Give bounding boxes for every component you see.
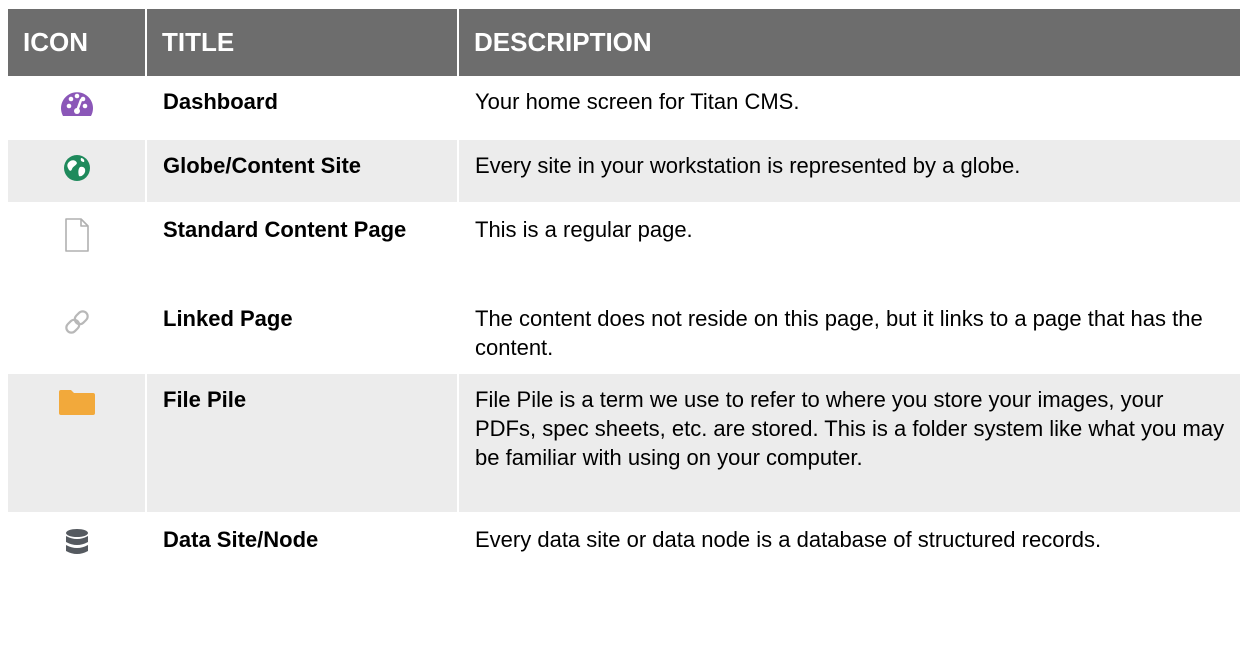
row-description: File Pile is a term we use to refer to w… bbox=[459, 374, 1240, 514]
row-title: Globe/Content Site bbox=[147, 140, 459, 204]
icon-reference-table: ICON TITLE DESCRIPTION Dashboard Your ho… bbox=[8, 9, 1240, 585]
table-row: Standard Content Page This is a regular … bbox=[8, 204, 1240, 293]
row-description: Every site in your workstation is repres… bbox=[459, 140, 1240, 204]
row-description: Every data site or data node is a databa… bbox=[459, 514, 1240, 585]
header-description: DESCRIPTION bbox=[459, 9, 1240, 76]
table-row: Linked Page The content does not reside … bbox=[8, 293, 1240, 374]
table-row: Data Site/Node Every data site or data n… bbox=[8, 514, 1240, 585]
icon-cell bbox=[8, 204, 147, 293]
row-title: Data Site/Node bbox=[147, 514, 459, 585]
database-icon bbox=[63, 527, 91, 566]
icon-cell bbox=[8, 293, 147, 374]
link-icon bbox=[61, 306, 93, 345]
row-title: File Pile bbox=[147, 374, 459, 514]
header-icon: ICON bbox=[8, 9, 147, 76]
page-icon bbox=[63, 217, 91, 260]
row-title: Dashboard bbox=[147, 76, 459, 140]
table-row: File Pile File Pile is a term we use to … bbox=[8, 374, 1240, 514]
header-title: TITLE bbox=[147, 9, 459, 76]
globe-icon bbox=[62, 153, 92, 190]
icon-cell bbox=[8, 140, 147, 204]
row-description: The content does not reside on this page… bbox=[459, 293, 1240, 374]
icon-cell bbox=[8, 374, 147, 514]
table-header-row: ICON TITLE DESCRIPTION bbox=[8, 9, 1240, 76]
row-title: Standard Content Page bbox=[147, 204, 459, 293]
icon-cell bbox=[8, 76, 147, 140]
dashboard-gauge-icon bbox=[59, 89, 95, 126]
row-description: Your home screen for Titan CMS. bbox=[459, 76, 1240, 140]
table-row: Globe/Content Site Every site in your wo… bbox=[8, 140, 1240, 204]
row-title: Linked Page bbox=[147, 293, 459, 374]
table-row: Dashboard Your home screen for Titan CMS… bbox=[8, 76, 1240, 140]
folder-icon bbox=[57, 387, 97, 424]
icon-cell bbox=[8, 514, 147, 585]
row-description: This is a regular page. bbox=[459, 204, 1240, 293]
